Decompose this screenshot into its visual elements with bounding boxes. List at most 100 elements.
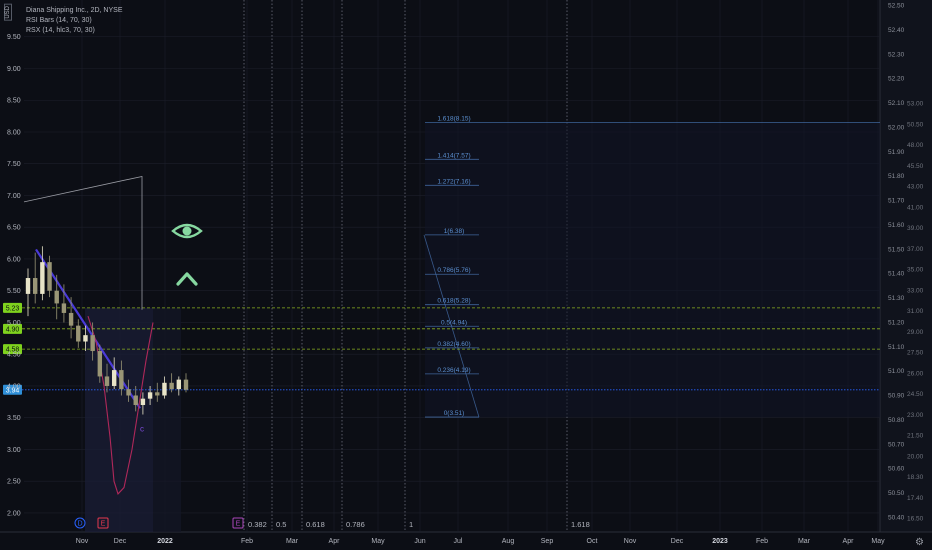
candle-body [83,335,88,342]
time-tick-label: May [371,538,385,545]
time-fib-label: 0.618 [306,520,325,529]
candle-body [155,392,160,396]
right-inner-price-tick: 37.00 [907,246,924,253]
left-price-tick: 5.00 [7,320,21,327]
right-inner-price-tick: 18.30 [907,474,924,481]
symbol-title[interactable]: Diana Shipping Inc., 2D, NYSE [26,6,123,16]
candle-body [119,370,124,390]
right-outer-price-tick: 51.50 [888,246,905,253]
right-inner-price-tick: 45.50 [907,163,924,170]
candle-body [183,379,189,390]
candle-body [76,325,81,342]
left-price-tick: 6.50 [7,225,21,232]
marker-letter: E [236,521,241,528]
right-inner-price-tick: 26.00 [907,370,924,377]
right-outer-price-tick: 50.90 [888,393,905,400]
time-tick-label: 2023 [712,538,728,545]
candle-body [97,351,103,377]
right-inner-price-tick: 39.00 [907,225,924,232]
time-fib-label: 0.382 [248,520,267,529]
left-price-tick: 4.00 [7,383,21,390]
candle-body [25,278,31,294]
time-tick-label: Nov [624,538,637,545]
candle-body [54,290,59,304]
candle-body [32,278,38,294]
right-inner-price-tick: 43.00 [907,184,924,191]
candle-body [68,312,74,326]
right-outer-price-tick: 51.00 [888,368,905,375]
fib-level-label: 1(6.38) [444,228,465,235]
marker-letter: D [77,521,82,528]
right-outer-price-tick: 51.10 [888,344,905,351]
right-inner-price-tick: 50.50 [907,121,924,128]
indicator-rsi-bars[interactable]: RSI Bars (14, 70, 30) [26,16,123,26]
right-inner-price-tick: 31.00 [907,308,924,315]
time-tick-label: Sep [541,538,554,545]
right-inner-price-tick: 16.50 [907,516,924,523]
time-tick-label: Jul [454,538,463,545]
time-tick-label: Jun [414,538,425,545]
right-outer-price-tick: 51.20 [888,319,905,326]
candle-body [169,382,174,390]
left-price-tick: 5.50 [7,288,21,295]
left-price-tick: 9.50 [7,34,21,41]
right-outer-price-tick: 51.60 [888,222,905,229]
candle-body [90,335,95,352]
price-chart[interactable]: 0.382 0.5 0.618 0.786 1 1.618 1.618(8.15) 1.41… [0,0,932,550]
time-tick-label: 2022 [157,538,173,545]
right-inner-price-tick: 27.50 [907,350,924,357]
time-tick-label: Feb [756,538,768,545]
price-level-badge-text: 5.23 [6,305,20,312]
indicator-rsx[interactable]: RSX (14, hlc3, 70, 30) [26,26,123,36]
candle-body [162,382,167,396]
currency-label: USD [4,4,12,21]
candle-body [126,389,131,396]
right-outer-price-tick: 51.30 [888,295,905,302]
highlight-zone-layer [85,307,181,532]
fib-level-label: 0(3.51) [444,410,465,417]
candle-body [111,370,117,386]
time-tick-label: Apr [329,538,341,545]
candle-body [104,376,110,386]
right-outer-price-tick: 52.30 [888,51,905,58]
candle-body [133,395,138,406]
left-price-tick: 8.00 [7,129,21,136]
left-price-tick: 3.00 [7,447,21,454]
gear-icon[interactable]: ⚙ [915,537,924,548]
right-outer-price-tick: 50.40 [888,515,905,522]
right-outer-price-tick: 50.50 [888,490,905,497]
time-fib-label: 1 [409,520,413,529]
candle-body [61,303,67,313]
right-outer-price-tick: 52.20 [888,76,905,83]
right-outer-price-tick: 51.70 [888,198,905,205]
annotation-letter: c [140,425,144,434]
right-inner-price-tick: 29.00 [907,329,924,336]
right-outer-price-tick: 51.40 [888,271,905,278]
eye-pupil [182,226,192,236]
chart-legend: Diana Shipping Inc., 2D, NYSE RSI Bars (… [26,6,123,36]
fib-zone-fill [425,122,880,418]
right-inner-price-tick: 20.00 [907,453,924,460]
right-outer-price-tick: 51.80 [888,173,905,180]
right-inner-price-tick: 41.00 [907,204,924,211]
time-fib-label: 1.618 [571,520,590,529]
time-tick-label: Mar [286,538,299,545]
fib-level-label: 0.618(5.28) [437,298,470,305]
fib-level-label: 1.272(7.16) [437,178,470,185]
right-inner-price-tick: 23.00 [907,412,924,419]
candle-body [47,262,52,291]
candle-body [176,379,182,390]
right-inner-price-tick: 53.00 [907,101,924,108]
fibonacci-extension-layer: 1.618(8.15) 1.414(7.57) 1.272(7.16) 1(6.38)… [423,115,880,418]
right-outer-price-tick: 52.40 [888,27,905,34]
left-price-tick: 9.00 [7,66,21,73]
time-tick-label: Oct [587,538,598,545]
fib-level-label: 1.414(7.57) [437,152,470,159]
right-outer-price-tick: 51.90 [888,149,905,156]
fib-level-label: 0.786(5.76) [437,267,470,274]
marker-letter: E [101,521,106,528]
right-outer-price-tick: 50.80 [888,417,905,424]
right-inner-price-tick: 33.00 [907,287,924,294]
right-inner-price-tick: 35.00 [907,267,924,274]
right-outer-price-tick: 50.60 [888,466,905,473]
